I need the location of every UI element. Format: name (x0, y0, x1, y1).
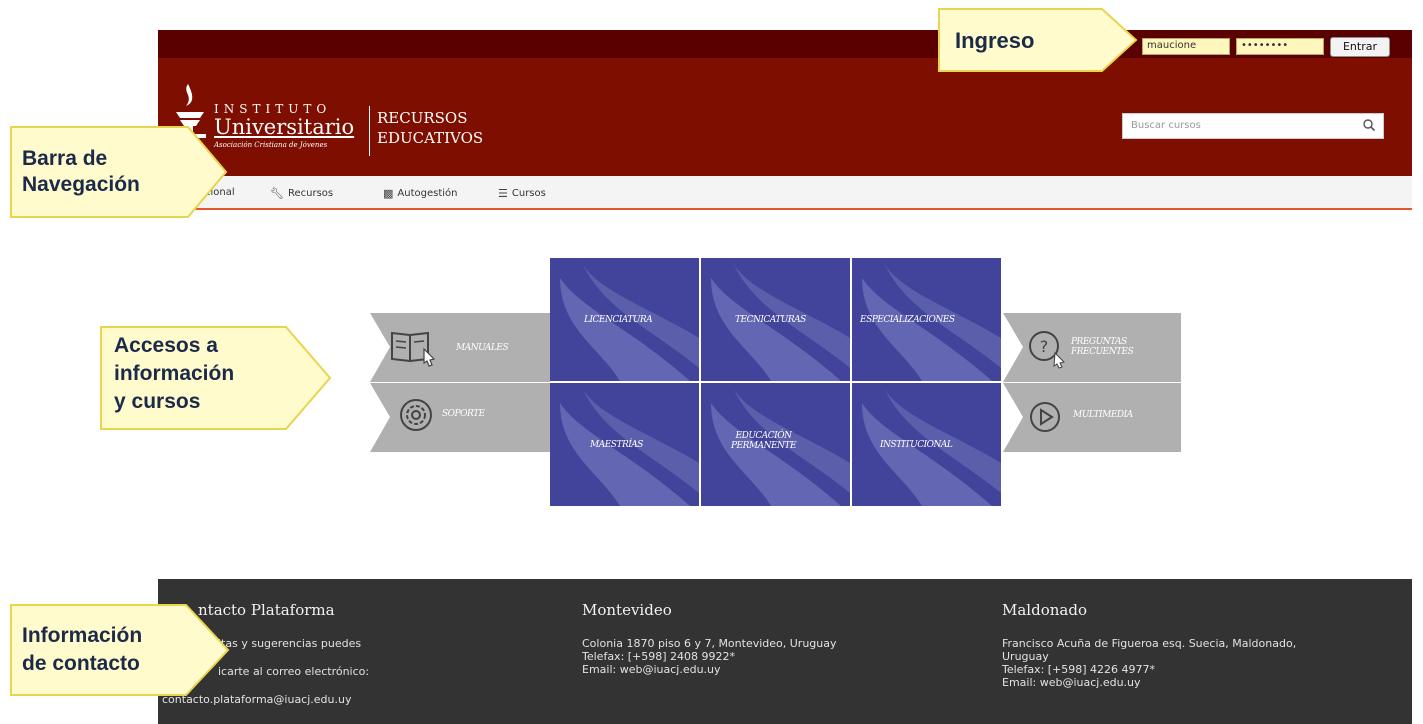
footer: ntacto Plataforma ltas y sugerencias pue… (158, 579, 1412, 724)
tile-manuales-label: MANUALES (456, 343, 509, 353)
gear-icon (400, 399, 432, 431)
logo-divider (369, 106, 370, 156)
callout-barra-line1: Barra de (22, 147, 108, 170)
footer-contacto-line2: icarte al correo electrónico: (218, 665, 370, 678)
tile-preguntas-label: PREGUNTAS FRECUENTES (1071, 337, 1134, 357)
brand-university: Universitario (214, 115, 355, 139)
footer-maldonado-phone: Telefax: [+598] 4226 4977* (1002, 663, 1156, 676)
tile-maestrias[interactable]: MAESTRÍAS (550, 383, 699, 506)
tile-educacion-permanente[interactable]: EDUCACIÓN PERMANENTE (701, 383, 850, 506)
footer-contacto-line1: ltas y sugerencias puedes (218, 637, 362, 650)
tile-educacion-line1: EDUCACIÓN (735, 431, 792, 441)
tile-soporte[interactable]: SOPORTE (370, 383, 550, 452)
tile-notch (1003, 313, 1023, 382)
mobile-icon: ▩ (383, 187, 394, 200)
nav-item-label: Recursos (287, 188, 334, 199)
tile-notch (370, 313, 390, 382)
search-input[interactable]: Buscar cursos (1122, 113, 1384, 139)
tile-tecnicaturas[interactable]: TECNICATURAS (701, 258, 850, 381)
tile-especializaciones[interactable]: ESPECIALIZACIONES (852, 258, 1001, 381)
brand-section: RECURSOS EDUCATIVOS (377, 108, 483, 148)
callout-barra: Barra de Navegación (22, 146, 140, 198)
tile-institucional-label: INSTITUCIONAL (880, 440, 953, 450)
tile-tecnicaturas-label: TECNICATURAS (735, 315, 806, 325)
nav-item-label: Autogestión (397, 188, 458, 199)
tile-licenciatura[interactable]: LICENCIATURA (550, 258, 699, 381)
tile-licenciatura-label: LICENCIATURA (584, 315, 653, 325)
nav-item-label: Cursos (511, 188, 546, 199)
callout-accesos-line3: y cursos (114, 390, 201, 413)
svg-text:?: ? (1040, 337, 1049, 356)
brand-institute: INSTITUTO (214, 102, 332, 116)
search-icon[interactable] (1362, 118, 1376, 132)
callout-barra-line2: Navegación (22, 173, 140, 196)
brand-section-line2: EDUCATIVOS (377, 129, 484, 147)
nav-item-autogestion[interactable]: ▩ Autogestión (383, 187, 458, 200)
footer-montevideo-email[interactable]: Email: web@iuacj.edu.uy (582, 663, 721, 676)
tile-multimedia-label: MULTIMEDIA (1073, 410, 1133, 420)
callout-contacto-line2: de contacto (22, 652, 140, 675)
callout-accesos-line1: Accesos a (114, 334, 218, 357)
nav-item-recursos[interactable]: 🔧︎ Recursos (270, 187, 333, 200)
nav-item-cursos[interactable]: ☰ Cursos (498, 187, 546, 200)
tile-educacion-label: EDUCACIÓN PERMANENTE (731, 431, 797, 451)
username-field[interactable]: maucione (1142, 38, 1230, 55)
tile-notch (1003, 383, 1023, 452)
tile-maestrias-label: MAESTRÍAS (590, 440, 643, 450)
footer-maldonado-address: Francisco Acuña de Figueroa esq. Suecia,… (1002, 637, 1297, 650)
list-icon: ☰ (498, 187, 508, 200)
tile-manuales[interactable]: MANUALES (370, 313, 550, 382)
tile-multimedia[interactable]: MULTIMEDIA (1003, 383, 1181, 452)
tile-preguntas-line1: PREGUNTAS (1071, 337, 1127, 347)
callout-contacto: Información de contacto (22, 622, 142, 678)
footer-maldonado-title: Maldonado (1002, 601, 1087, 619)
callout-contacto-line1: Información (22, 624, 143, 647)
brand-section-line1: RECURSOS (377, 109, 468, 127)
tile-institucional[interactable]: INSTITUCIONAL (852, 383, 1001, 506)
callout-accesos: Accesos a información y cursos (114, 332, 234, 416)
wrench-icon: 🔧︎ (270, 187, 284, 200)
callout-accesos-line2: información (114, 362, 235, 385)
play-icon (1030, 402, 1060, 432)
footer-montevideo-phone: Telefax: [+598] 2408 9922* (582, 650, 736, 663)
footer-maldonado-email[interactable]: Email: web@iuacj.edu.uy (1002, 676, 1141, 689)
tile-notch (370, 383, 390, 452)
footer-maldonado-country: Uruguay (1002, 650, 1049, 663)
footer-montevideo-title: Montevideo (582, 601, 672, 619)
tile-soporte-label: SOPORTE (442, 409, 485, 419)
password-field[interactable]: •••••••• (1236, 38, 1324, 55)
book-icon (391, 331, 436, 367)
nav-bar (158, 176, 1412, 210)
callout-ingreso: Ingreso (955, 28, 1035, 53)
tile-educacion-line2: PERMANENTE (731, 441, 797, 451)
brand-association: Asociación Cristiana de Jóvenes (214, 141, 328, 149)
tile-preguntas-line2: FRECUENTES (1071, 347, 1134, 357)
tile-especializaciones-label: ESPECIALIZACIONES (860, 315, 955, 325)
question-icon: ? (1029, 331, 1065, 369)
footer-montevideo-address: Colonia 1870 piso 6 y 7, Montevideo, Uru… (582, 637, 837, 650)
tile-preguntas-frecuentes[interactable]: ? PREGUNTAS FRECUENTES (1003, 313, 1181, 382)
login-button[interactable]: Entrar (1330, 37, 1390, 57)
